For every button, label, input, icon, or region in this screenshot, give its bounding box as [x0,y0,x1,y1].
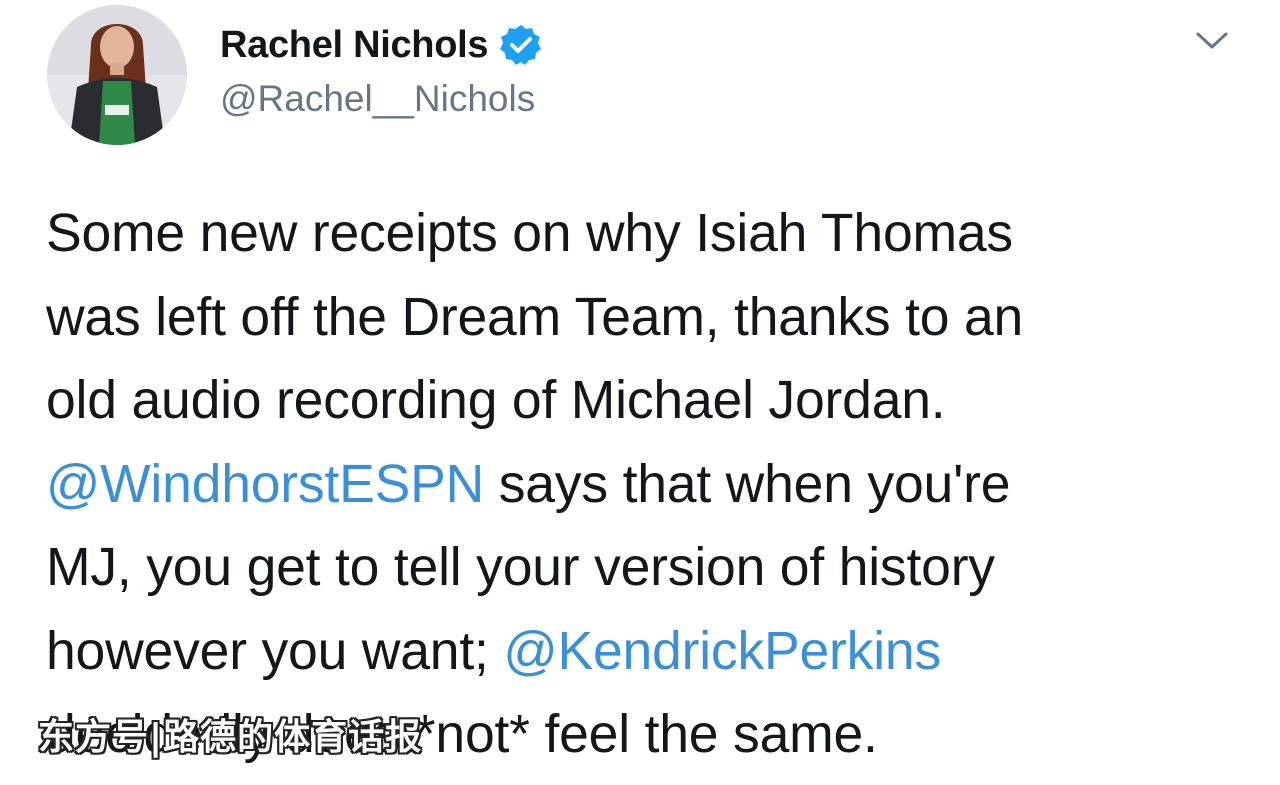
author-row: Rachel Nichols [220,22,544,68]
verified-badge-icon [498,22,544,68]
tweet-line: MJ, you get to tell your version of hist… [46,526,1246,610]
tweet-text-segment: old audio recording of Michael Jordan. [46,371,946,430]
author-display-name[interactable]: Rachel Nichols [220,24,489,67]
tweet-line: however you want; @KendrickPerkins [46,610,1246,694]
tweet-text-segment: MJ, you get to tell your version of hist… [46,538,995,597]
tweet-line: old audio recording of Michael Jordan. [46,359,1246,443]
tweet-text-segment: however you want; [46,621,504,681]
tweet-text-segment: Some new receipts on why Isiah Thomas [46,204,1013,263]
mention-link[interactable]: @WindhorstESPN [46,455,484,514]
avatar[interactable] [47,5,187,145]
profile-photo-icon [47,5,187,145]
watermark: 东方号|路德的体育话报 [38,717,423,758]
mention-link[interactable]: @KendrickPerkins [503,622,941,681]
tweet-text-segment: says that when you're [484,454,1011,514]
tweet-text-segment: was left off the Dream Team, thanks to a… [46,287,1024,347]
tweet-line: Some new receipts on why Isiah Thomas [46,192,1246,276]
author-handle[interactable]: @Rachel__Nichols [220,78,535,120]
tweet-text: Some new receipts on why Isiah Thomas was… [46,192,1246,777]
tweet-line: @WindhorstESPN says that when you're [46,443,1246,527]
tweet-line: was left off the Dream Team, thanks to a… [46,276,1246,360]
chevron-down-icon[interactable] [1192,26,1232,54]
tweet-card: Rachel Nichols @Rachel__Nichols Some new… [0,0,1280,785]
